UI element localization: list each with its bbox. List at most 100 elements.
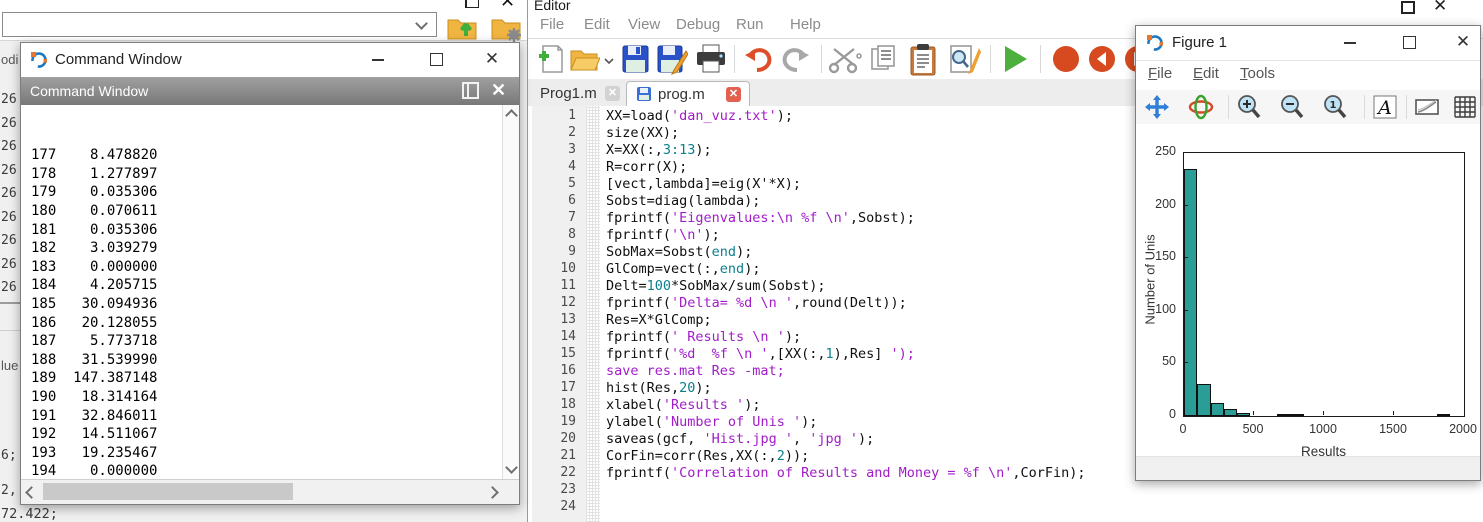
code-text: fprintf('\n'); <box>606 227 720 243</box>
code-number: 2 <box>777 448 785 464</box>
zoom-out-icon[interactable] <box>1279 94 1305 120</box>
x-tick-mark <box>1253 411 1254 415</box>
tab-prog[interactable]: prog.m ✕ <box>626 81 750 106</box>
rotate-3d-icon[interactable] <box>1188 94 1214 120</box>
code-text: xlabel('Results '); <box>606 397 760 413</box>
close-icon[interactable]: ✕ <box>500 0 516 9</box>
background-text-fragment: 26 <box>1 92 17 107</box>
menu-file[interactable]: File <box>1148 65 1172 82</box>
run-icon[interactable] <box>1000 43 1032 75</box>
open-file-icon[interactable] <box>568 43 600 75</box>
code-plain: ,Sobst); <box>850 210 915 226</box>
code-plain: ); <box>858 431 874 447</box>
restore-icon[interactable] <box>1401 0 1415 14</box>
new-script-icon[interactable] <box>536 43 568 75</box>
scroll-left-icon[interactable] <box>25 486 38 499</box>
line-number: 24 <box>532 499 582 514</box>
x-tick-mark <box>1323 411 1324 415</box>
code-plain: XX=load( <box>606 108 671 124</box>
svg-text:A: A <box>1376 97 1392 119</box>
menu-edit[interactable]: Edit <box>584 16 610 33</box>
x-tick-label: 500 <box>1231 422 1275 436</box>
code-line: 23 <box>528 482 1483 499</box>
code-plain: ); <box>744 261 760 277</box>
insert-colorbar-icon[interactable] <box>1414 94 1440 120</box>
save-icon[interactable] <box>620 43 652 75</box>
console-line: 187 5.773718 <box>31 332 503 351</box>
scroll-down-icon[interactable] <box>505 461 518 474</box>
console-line: 194 0.000000 <box>31 462 503 480</box>
y-tick-mark <box>1184 205 1188 206</box>
background-text-fragment: 26 <box>1 233 17 248</box>
scroll-up-icon[interactable] <box>505 109 518 122</box>
code-plain: xlabel( <box>606 397 663 413</box>
menu-file[interactable]: File <box>540 16 564 33</box>
find-icon[interactable] <box>946 43 978 75</box>
menu-edit[interactable]: Edit <box>1193 65 1219 82</box>
window-title: Command Window <box>55 51 182 68</box>
background-bottom-fragment: 72.422; <box>1 506 58 522</box>
background-combobox[interactable] <box>2 12 437 37</box>
code-plain: )); <box>785 448 809 464</box>
folder-up-icon[interactable] <box>446 14 482 42</box>
copy-icon[interactable] <box>868 43 900 75</box>
undo-icon[interactable] <box>742 43 774 75</box>
restore-view-icon[interactable]: 1 <box>1322 94 1348 120</box>
menu-view[interactable]: View <box>628 16 660 33</box>
background-text-fragment: 6; <box>1 448 17 463</box>
menu-run[interactable]: Run <box>736 16 764 33</box>
dock-icon[interactable] <box>462 82 479 99</box>
code-string: '%d %f \n ' <box>671 346 769 362</box>
menu-help[interactable]: Help <box>790 16 821 33</box>
cut-icon[interactable] <box>828 43 860 75</box>
axes-box <box>1183 152 1465 417</box>
line-number: 18 <box>532 397 582 412</box>
restore-icon[interactable] <box>465 0 479 8</box>
pan-icon[interactable] <box>1144 94 1170 120</box>
background-text-fragment: 26 <box>1 116 17 131</box>
code-plain: R=corr(X); <box>606 159 687 175</box>
close-icon[interactable]: ✕ <box>483 50 501 68</box>
folder-settings-icon[interactable] <box>490 14 526 42</box>
close-panel-icon[interactable]: ✕ <box>490 82 507 99</box>
tab-prog1[interactable]: Prog1.m ✕ <box>532 81 624 106</box>
save-as-icon[interactable] <box>656 43 688 75</box>
horizontal-scrollbar[interactable] <box>21 479 519 504</box>
minimize-icon[interactable] <box>1341 33 1359 51</box>
go-back-icon[interactable] <box>1086 43 1118 75</box>
paste-icon[interactable] <box>908 43 940 75</box>
zoom-in-icon[interactable] <box>1236 94 1262 120</box>
vertical-scrollbar[interactable] <box>502 105 519 480</box>
maximize-icon[interactable] <box>427 50 445 68</box>
menu-tools[interactable]: Tools <box>1240 65 1275 82</box>
scroll-right-icon[interactable] <box>486 486 499 499</box>
record-icon[interactable] <box>1050 43 1082 75</box>
grid-icon[interactable] <box>1452 94 1478 120</box>
scrollbar-thumb[interactable] <box>43 483 293 500</box>
tab-close-icon[interactable]: ✕ <box>726 87 741 102</box>
command-window-panel-header: Command Window ✕ <box>21 77 519 105</box>
line-number: 21 <box>532 448 582 463</box>
figure-menubar: File Edit Tools <box>1136 60 1480 91</box>
minimize-icon[interactable] <box>369 50 387 68</box>
line-number: 11 <box>532 278 582 293</box>
insert-text-icon[interactable]: A <box>1372 94 1398 120</box>
matlab-logo-icon <box>30 51 48 69</box>
figure-plot-area[interactable]: Number of Unis Results 05010015020025005… <box>1136 124 1480 457</box>
chevron-down-icon <box>415 17 428 30</box>
code-string: 'Correlation of Results and Money = %f \… <box>671 465 1012 481</box>
code-plain: fprintf( <box>606 465 671 481</box>
tab-label: Prog1.m <box>540 85 597 102</box>
code-plain: fprintf( <box>606 210 671 226</box>
redo-icon[interactable] <box>780 43 812 75</box>
line-number: 22 <box>532 465 582 480</box>
menu-debug[interactable]: Debug <box>676 16 720 33</box>
open-dropdown-icon[interactable] <box>604 57 614 67</box>
console-line: 192 14.511067 <box>31 425 503 444</box>
print-icon[interactable] <box>694 43 726 75</box>
tab-close-icon[interactable]: ✕ <box>605 86 620 101</box>
code-plain: ); <box>801 414 817 430</box>
maximize-icon[interactable] <box>1400 33 1418 51</box>
console-output[interactable]: 177 8.478820178 1.277897179 0.035306180 … <box>21 105 503 480</box>
close-icon[interactable]: ✕ <box>1454 33 1472 51</box>
